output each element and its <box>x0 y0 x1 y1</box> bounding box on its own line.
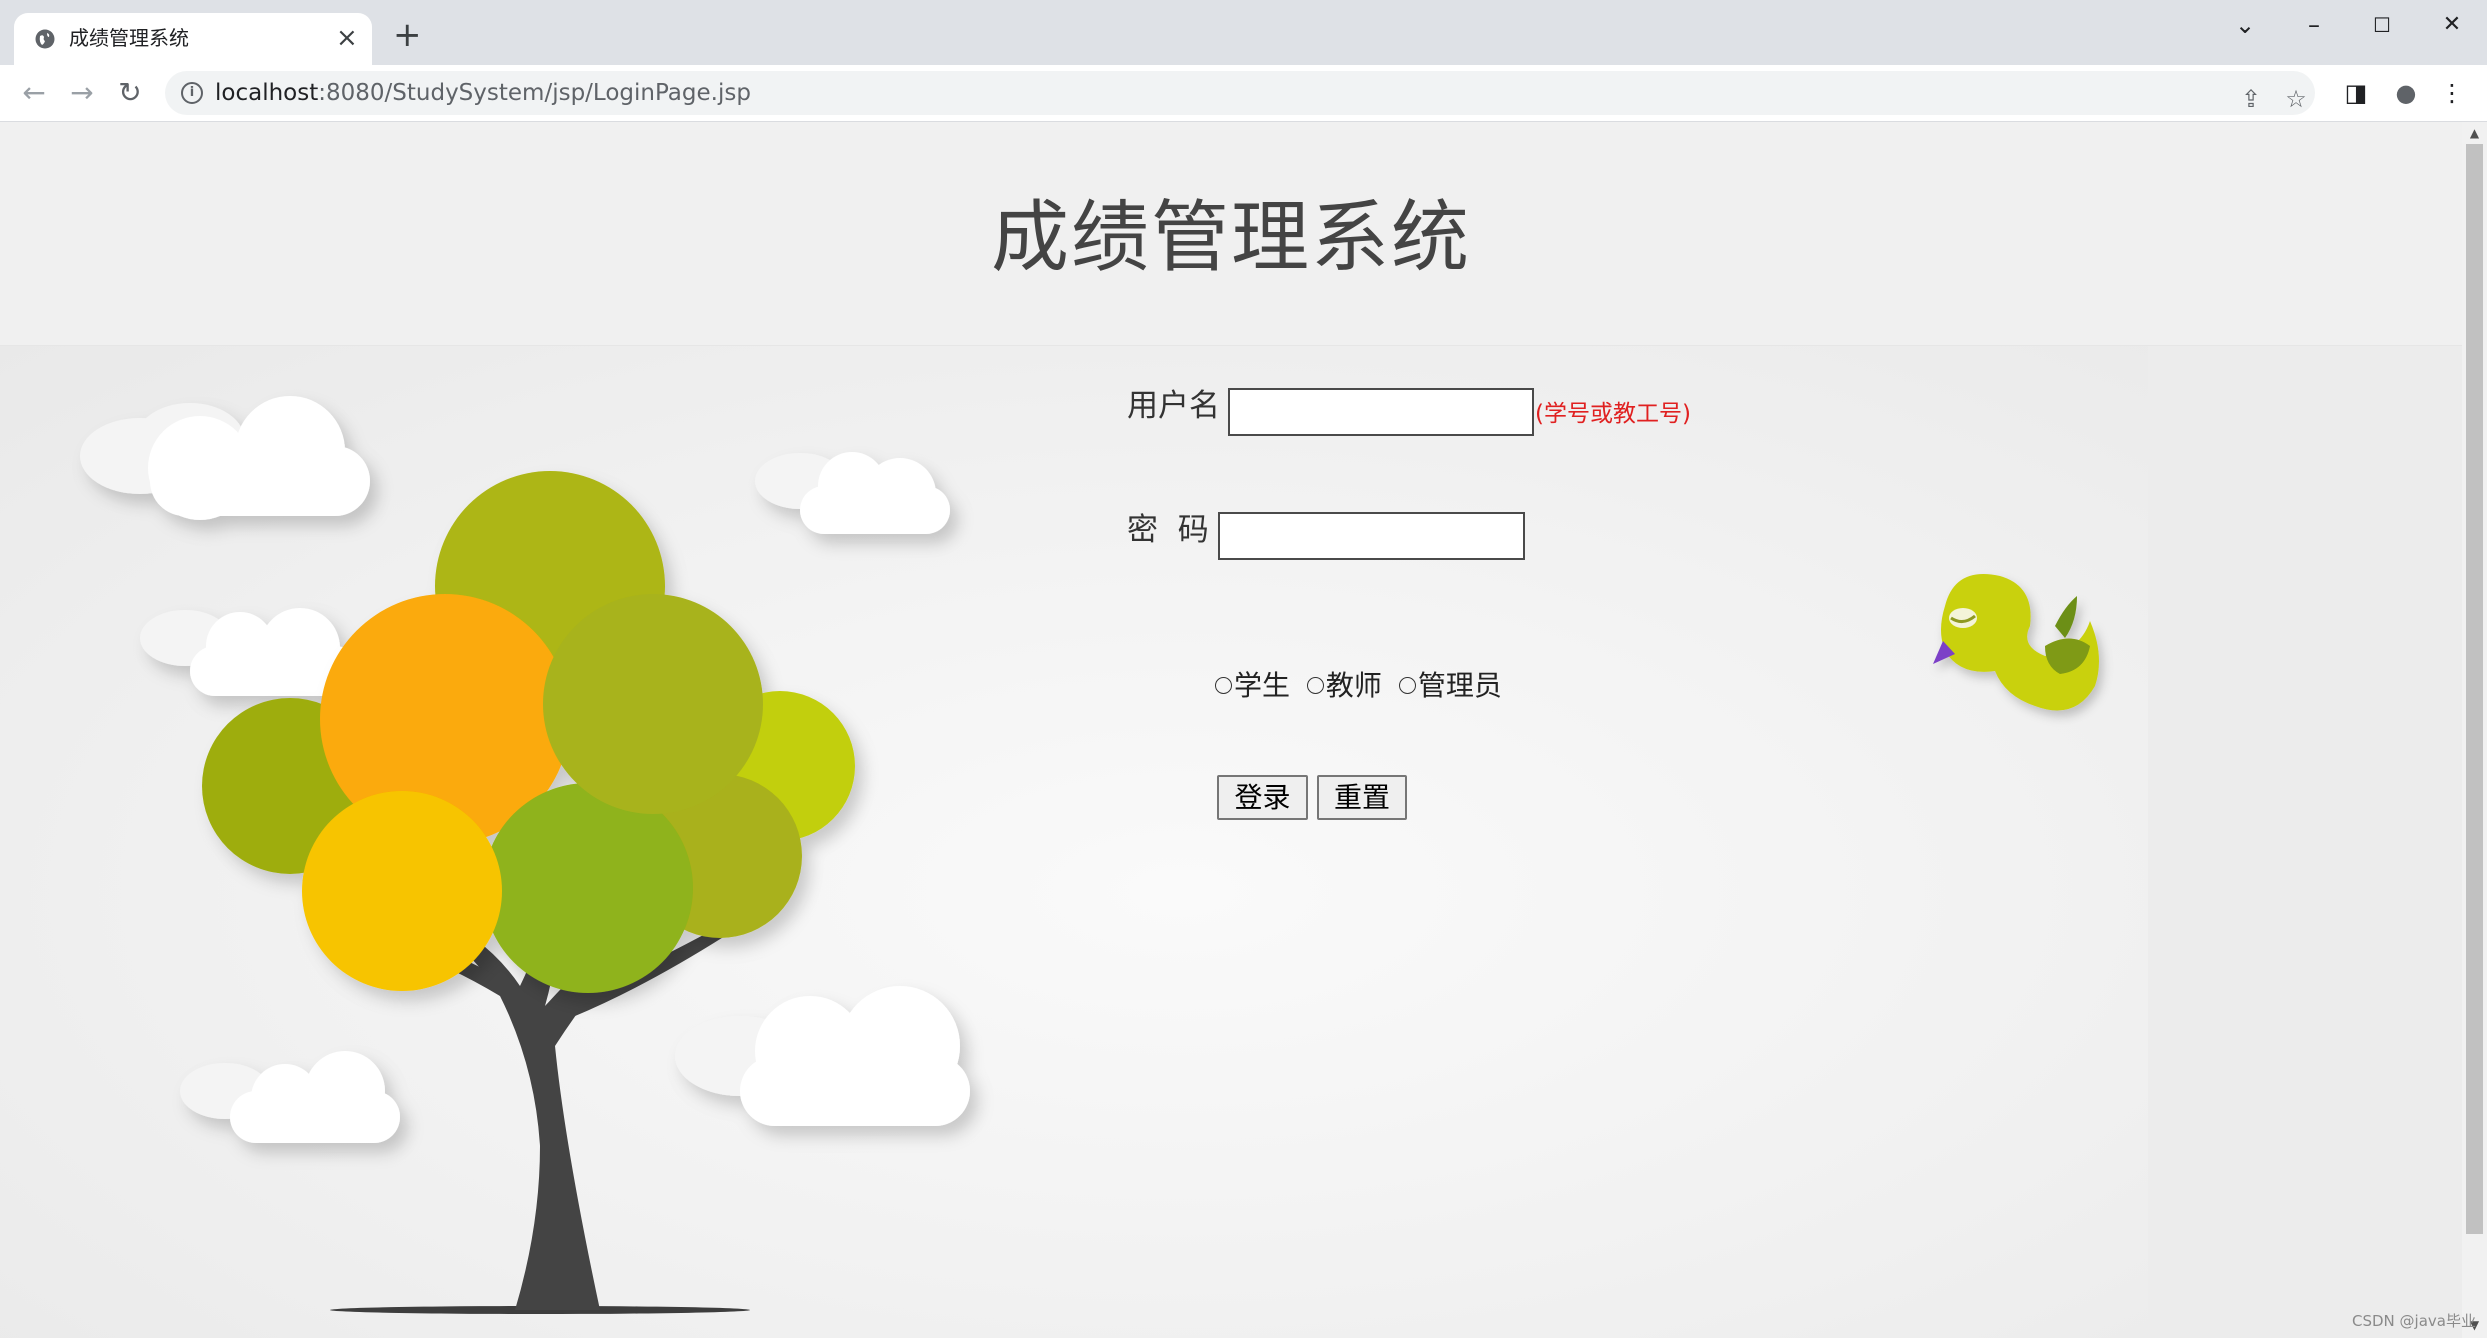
reload-button[interactable]: ↻ <box>114 77 146 109</box>
tab-search-icon[interactable]: ⌄ <box>2225 10 2265 40</box>
share-icon[interactable]: ⇪ <box>2235 83 2267 115</box>
browser-titlebar: 成绩管理系统 × + ⌄ – ☐ ✕ <box>0 0 2487 65</box>
browser-toolbar: ← → ↻ i localhost:8080/StudySystem/jsp/L… <box>0 65 2487 122</box>
url-path: :8080/StudySystem/jsp/LoginPage.jsp <box>318 80 751 106</box>
browser-menu-icon[interactable]: ⋮ <box>2436 77 2468 109</box>
password-input[interactable] <box>1218 512 1525 560</box>
role-label-student: 学生 <box>1234 669 1291 702</box>
url-host: localhost <box>215 80 319 106</box>
username-label: 用户名 <box>1127 388 1220 424</box>
forward-button[interactable]: → <box>66 77 98 109</box>
globe-icon <box>35 29 55 49</box>
reset-button[interactable]: 重置 <box>1317 775 1407 820</box>
scroll-up-icon[interactable]: ▲ <box>2462 126 2487 140</box>
login-button[interactable]: 登录 <box>1217 775 1308 820</box>
login-background: 用户名 (学号或教工号) 密 码 学生 教师 管理员 登录 重置 <box>0 346 2148 1338</box>
tab-title: 成绩管理系统 <box>69 26 189 50</box>
scrollbar-thumb[interactable] <box>2466 144 2483 1234</box>
tab-close-icon[interactable]: × <box>336 23 358 53</box>
page-right-margin <box>2148 346 2462 1338</box>
radio-circle-icon[interactable] <box>1398 676 1416 694</box>
browser-tab[interactable]: 成绩管理系统 × <box>14 13 372 65</box>
url-text[interactable]: localhost:8080/StudySystem/jsp/LoginPage… <box>215 79 751 107</box>
close-window-button[interactable]: ✕ <box>2432 10 2472 40</box>
watermark: CSDN @java毕业 <box>2352 1312 2476 1330</box>
address-bar[interactable]: i localhost:8080/StudySystem/jsp/LoginPa… <box>165 71 2315 115</box>
role-option-admin[interactable]: 管理员 <box>1398 669 1502 702</box>
minimize-button[interactable]: – <box>2294 10 2334 40</box>
password-label: 密 码 <box>1127 512 1209 548</box>
page-scrollbar[interactable]: ▲ ▼ <box>2462 122 2487 1338</box>
bookmark-star-icon[interactable]: ☆ <box>2280 83 2312 115</box>
back-button[interactable]: ← <box>18 77 50 109</box>
role-label-teacher: 教师 <box>1325 669 1382 702</box>
role-label-admin: 管理员 <box>1417 669 1502 702</box>
site-info-icon[interactable]: i <box>181 82 203 104</box>
page-header: 成绩管理系统 <box>0 122 2462 346</box>
username-input[interactable] <box>1228 388 1534 436</box>
side-panel-icon[interactable]: ◨ <box>2340 77 2372 109</box>
new-tab-button[interactable]: + <box>393 18 422 52</box>
profile-avatar-icon[interactable]: ● <box>2390 77 2422 109</box>
role-radio-group: 学生 教师 管理员 <box>1215 668 1510 704</box>
radio-circle-icon[interactable] <box>1306 676 1324 694</box>
role-option-student[interactable]: 学生 <box>1215 669 1290 702</box>
page-content: 成绩管理系统 用户名 (学号或教工号) 密 码 学生 教师 管理员 登录 重置 <box>0 122 2462 1338</box>
maximize-button[interactable]: ☐ <box>2362 10 2402 40</box>
page-title: 成绩管理系统 <box>990 193 1471 283</box>
radio-circle-icon[interactable] <box>1215 676 1232 694</box>
username-hint: (学号或教工号) <box>1535 401 1691 427</box>
role-option-teacher[interactable]: 教师 <box>1306 669 1382 702</box>
login-form: 用户名 (学号或教工号) 密 码 学生 教师 管理员 登录 重置 <box>0 346 2148 1338</box>
